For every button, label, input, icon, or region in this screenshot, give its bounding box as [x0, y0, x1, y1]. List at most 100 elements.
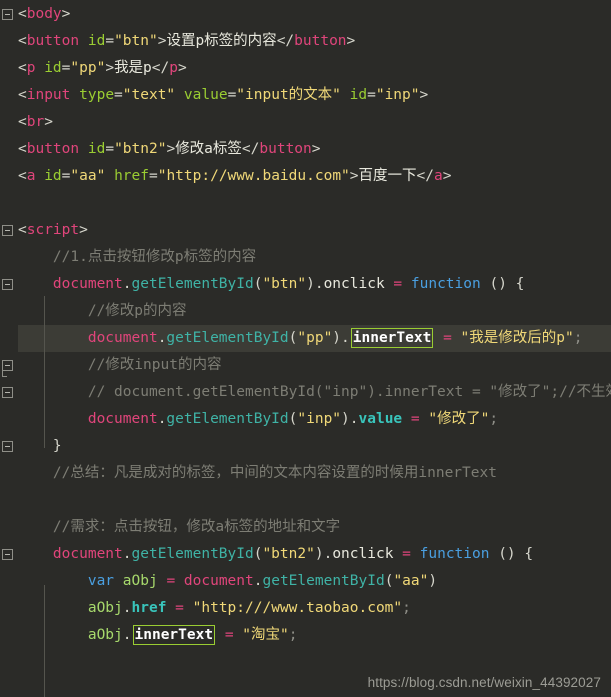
- code-line[interactable]: document.getElementById("inp").value = "…: [0, 406, 611, 433]
- code-line[interactable]: document.getElementById("btn").onclick =…: [0, 271, 611, 298]
- code-line[interactable]: aObj.href = "http:///www.taobao.com";: [0, 595, 611, 622]
- code-token: >: [61, 6, 71, 22]
- code-token: 我是p: [114, 60, 152, 76]
- code-token: type: [79, 87, 115, 103]
- code-token: function: [419, 546, 490, 562]
- code-token: "inp": [297, 411, 342, 427]
- code-token: 设置p标签的内容: [166, 33, 277, 49]
- code-line[interactable]: [0, 487, 611, 514]
- code-token: ).: [341, 411, 359, 427]
- code-line[interactable]: //1.点击按钮修改p标签的内容: [0, 244, 611, 271]
- code-token: =: [166, 573, 176, 589]
- code-token: id: [87, 33, 106, 49]
- code-token: value: [183, 87, 228, 103]
- code-token: "btn2": [114, 141, 167, 157]
- code-token: getElementById: [166, 411, 289, 427]
- code-token: >: [79, 222, 88, 238]
- code-line[interactable]: <input type="text" value="input的文本" id="…: [0, 82, 611, 109]
- code-token: <: [18, 60, 27, 76]
- code-token: 百度一下: [358, 168, 417, 184]
- code-token: //总结：凡是成对的标签，中间的文本内容设置的时候用innerText: [18, 465, 497, 481]
- code-token: //1.点击按钮修改p标签的内容: [18, 249, 257, 265]
- code-line[interactable]: //总结：凡是成对的标签，中间的文本内容设置的时候用innerText: [0, 460, 611, 487]
- code-line[interactable]: <body>: [0, 1, 611, 28]
- code-token: //修改p的内容: [18, 303, 187, 319]
- code-token: <: [18, 6, 27, 22]
- code-token: <: [18, 222, 27, 238]
- code-token: button: [294, 33, 347, 49]
- code-token: "inp": [375, 87, 420, 103]
- code-token: br: [26, 114, 45, 130]
- code-token: getElementById: [131, 546, 254, 562]
- code-token: "btn2": [262, 546, 315, 562]
- code-token: <: [18, 141, 27, 157]
- code-token: .: [122, 627, 132, 643]
- code-line[interactable]: [0, 190, 611, 217]
- code-token: ;: [573, 330, 583, 346]
- code-token: "btn": [114, 33, 158, 49]
- code-token: .: [122, 276, 132, 292]
- code-line[interactable]: <button id="btn">设置p标签的内容</button>: [0, 28, 611, 55]
- code-line[interactable]: //需求：点击按钮，修改a标签的地址和文字: [0, 514, 611, 541]
- code-token: id: [44, 60, 62, 76]
- code-token: aObj: [122, 573, 158, 589]
- code-token: ).: [332, 330, 350, 346]
- code-token: ;: [402, 600, 411, 616]
- code-line[interactable]: document.getElementById("btn2").onclick …: [0, 541, 611, 568]
- code-token: "淘宝": [242, 627, 289, 643]
- code-line[interactable]: }: [0, 433, 611, 460]
- code-token: =: [443, 330, 452, 346]
- code-token: >: [419, 87, 429, 103]
- code-editor[interactable]: <body> <button id="btn">设置p标签的内容</button>…: [0, 0, 611, 697]
- code-token: =: [114, 87, 123, 103]
- code-token: </: [276, 33, 295, 49]
- code-line[interactable]: //修改p的内容: [0, 298, 611, 325]
- code-token: >: [166, 141, 176, 157]
- code-token: <: [18, 168, 27, 184]
- code-line[interactable]: <a id="aa" href="http://www.baidu.com">百…: [0, 163, 611, 190]
- code-token: ;: [288, 627, 298, 643]
- code-token: onclick: [332, 546, 394, 562]
- highlighted-token-innertext[interactable]: innerText: [350, 328, 434, 348]
- code-token: "input的文本": [236, 87, 341, 103]
- code-token: button: [26, 141, 80, 157]
- code-line[interactable]: <p id="pp">我是p</p>: [0, 55, 611, 82]
- code-token: 修改a标签: [175, 141, 242, 157]
- code-line[interactable]: <button id="btn2">修改a标签</button>: [0, 136, 611, 163]
- code-line[interactable]: aObj. innerText = "淘宝";: [0, 622, 611, 649]
- code-token: href: [114, 168, 149, 184]
- code-line[interactable]: <script>: [0, 217, 611, 244]
- code-token: "aa": [393, 573, 429, 589]
- highlighted-token-innertext[interactable]: innerText: [132, 625, 216, 645]
- code-token: =: [105, 33, 115, 49]
- code-token: onclick: [323, 276, 385, 292]
- code-line[interactable]: //修改input的内容: [0, 352, 611, 379]
- code-token: "修改了": [428, 411, 490, 427]
- code-token: ): [428, 573, 438, 589]
- code-line[interactable]: document.getElementById("pp"). innerText …: [0, 325, 611, 352]
- code-token: value: [358, 411, 403, 427]
- code-token: ;: [489, 411, 499, 427]
- code-line[interactable]: // document.getElementById("inp").innerT…: [0, 379, 611, 406]
- code-line[interactable]: <br>: [0, 109, 611, 136]
- code-token: getElementById: [262, 573, 385, 589]
- code-token: <: [18, 33, 27, 49]
- code-line[interactable]: var aObj = document.getElementById("aa"): [0, 568, 611, 595]
- code-token: =: [175, 600, 184, 616]
